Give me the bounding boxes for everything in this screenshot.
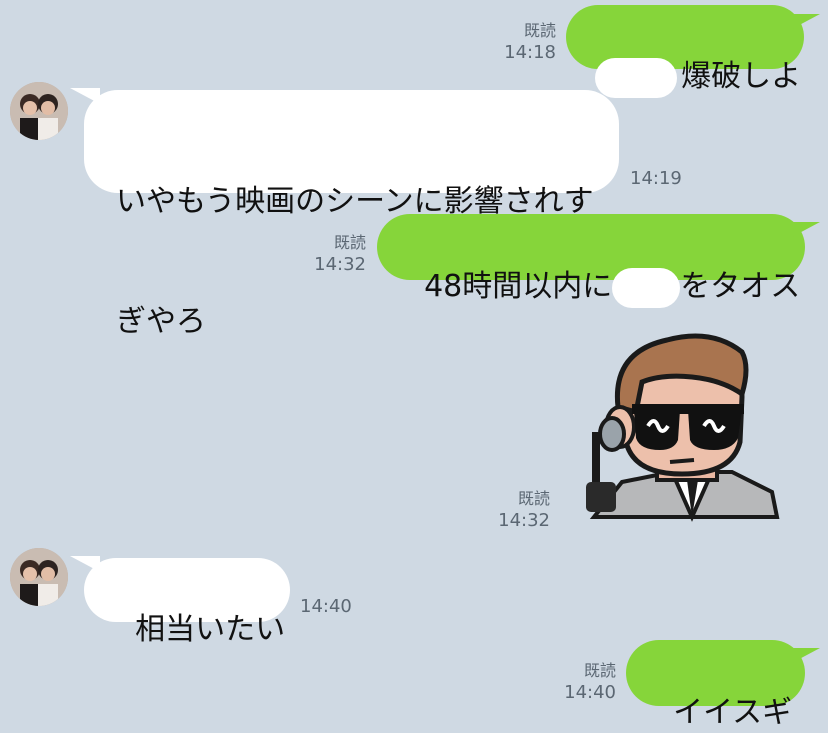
avatar[interactable] bbox=[10, 82, 68, 140]
bubble-tail bbox=[790, 648, 820, 664]
read-receipt: 既読 bbox=[333, 233, 366, 252]
timestamp: 14:18 bbox=[504, 42, 556, 63]
read-receipt: 既読 bbox=[583, 661, 616, 680]
bubble-tail bbox=[790, 14, 820, 30]
message-5-text: 相当いたい bbox=[135, 612, 286, 647]
bubble-tail bbox=[790, 222, 820, 238]
redacted-block bbox=[612, 267, 681, 308]
timestamp: 14:32 bbox=[498, 510, 550, 531]
message-3-text-after: をタオス bbox=[680, 269, 801, 304]
read-receipt: 既読 bbox=[523, 21, 556, 40]
message-1-meta: 既読 14:18 bbox=[490, 20, 556, 64]
avatar-photo-icon bbox=[10, 82, 68, 140]
avatar-photo-icon bbox=[10, 548, 68, 606]
read-receipt: 既読 bbox=[517, 489, 550, 508]
message-5-meta: 14:40 bbox=[300, 596, 366, 618]
message-1-text: 爆破しよ bbox=[681, 59, 802, 94]
message-3-bubble[interactable]: 48時間以内に をタオス bbox=[377, 214, 805, 308]
timestamp: 14:19 bbox=[630, 168, 682, 189]
message-2-text-line2: ぎやろ bbox=[116, 304, 206, 339]
message-2-bubble[interactable]: いやもう映画のシーンに影響されす ぎやろ bbox=[84, 90, 619, 339]
message-5-bubble[interactable]: 相当いたい bbox=[84, 558, 290, 647]
timestamp: 14:40 bbox=[300, 596, 352, 617]
message-3-meta: 既読 14:32 bbox=[300, 232, 366, 276]
message-1-bubble[interactable]: 爆破しよ bbox=[566, 5, 804, 98]
message-6-text: イイスギ bbox=[673, 695, 793, 730]
message-6-bubble[interactable]: イイスギ bbox=[626, 640, 805, 730]
redacted-block bbox=[595, 57, 678, 98]
sunglasses-agent-sticker-icon[interactable] bbox=[582, 322, 782, 522]
message-3-text-before: 48時間以内に bbox=[424, 269, 613, 304]
message-6-meta: 既読 14:40 bbox=[550, 660, 616, 704]
avatar[interactable] bbox=[10, 548, 68, 606]
message-2-meta: 14:19 bbox=[630, 168, 696, 190]
timestamp: 14:32 bbox=[314, 254, 366, 275]
timestamp: 14:40 bbox=[564, 682, 616, 703]
message-4-meta: 既読 14:32 bbox=[484, 488, 550, 532]
